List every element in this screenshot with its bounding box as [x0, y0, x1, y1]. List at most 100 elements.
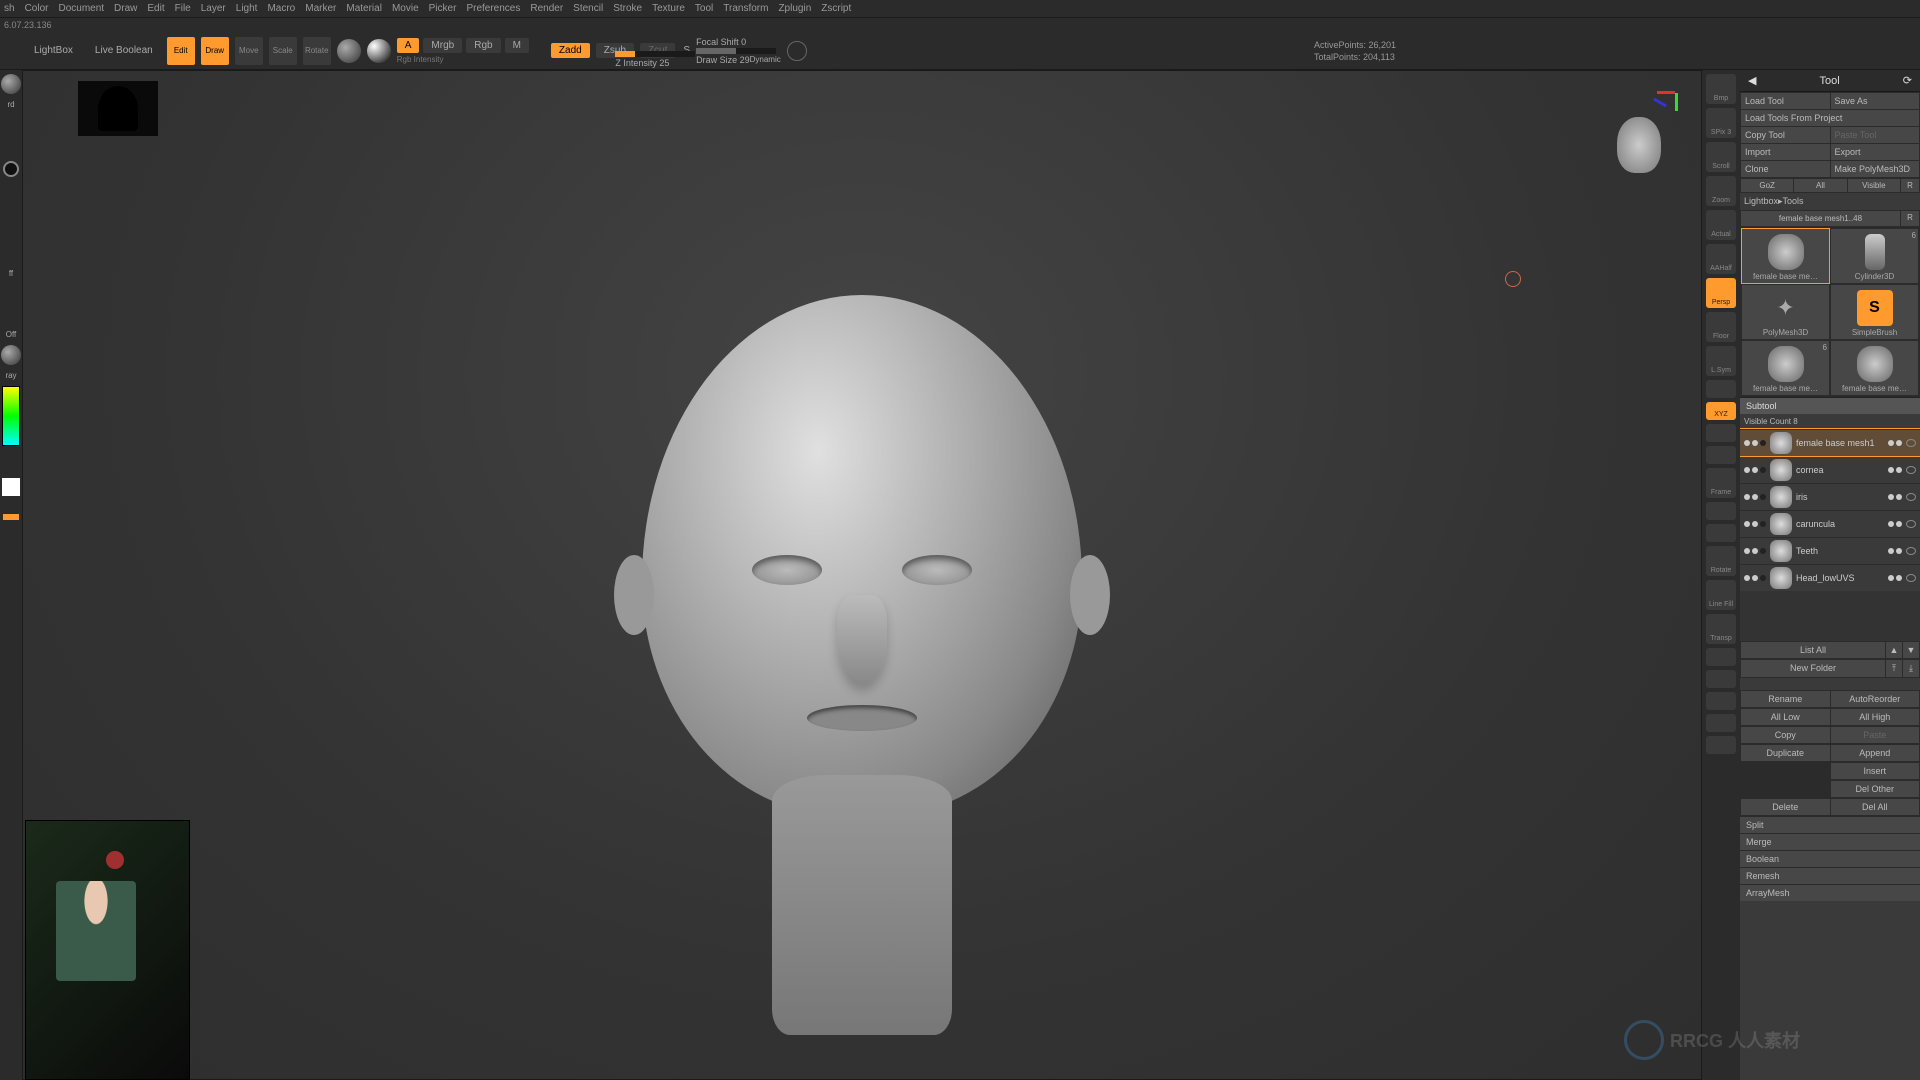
- edit-mode-button[interactable]: Edit: [167, 37, 195, 65]
- shelf-icon-12[interactable]: [1706, 446, 1736, 464]
- move-down-icon[interactable]: ⤓: [1903, 660, 1919, 677]
- shelf-rotate[interactable]: Rotate: [1706, 546, 1736, 576]
- shelf-actual[interactable]: Actual: [1706, 210, 1736, 240]
- load-from-project-button[interactable]: Load Tools From Project: [1741, 110, 1919, 126]
- clone-button[interactable]: Clone: [1741, 161, 1830, 177]
- subtool-item[interactable]: cornea: [1740, 456, 1920, 483]
- autoreorder-button[interactable]: AutoReorder: [1831, 691, 1920, 707]
- rename-button[interactable]: Rename: [1741, 691, 1830, 707]
- shelf-persp[interactable]: Persp: [1706, 278, 1736, 308]
- shelf-icon-15[interactable]: [1706, 524, 1736, 542]
- layer-thumbnail[interactable]: [78, 81, 158, 136]
- up-arrow-icon[interactable]: ▲: [1886, 642, 1902, 658]
- shelf-icon-21[interactable]: [1706, 692, 1736, 710]
- menu-item[interactable]: Texture: [652, 3, 685, 14]
- subtool-header[interactable]: Subtool: [1740, 398, 1920, 414]
- shelf-icon-14[interactable]: [1706, 502, 1736, 520]
- menu-item[interactable]: Picker: [429, 3, 457, 14]
- all-high-button[interactable]: All High: [1831, 709, 1920, 725]
- save-as-button[interactable]: Save As: [1831, 93, 1920, 109]
- boolean-row[interactable]: Boolean: [1740, 850, 1920, 867]
- down-arrow-icon[interactable]: ▼: [1903, 642, 1919, 658]
- shelf-icon-22[interactable]: [1706, 714, 1736, 732]
- copy-tool-button[interactable]: Copy Tool: [1741, 127, 1830, 143]
- export-button[interactable]: Export: [1831, 144, 1920, 160]
- new-folder-button[interactable]: New Folder: [1741, 660, 1885, 677]
- menu-item[interactable]: Transform: [723, 3, 768, 14]
- camera-head-icon[interactable]: [1617, 117, 1661, 173]
- draw-mode-button[interactable]: Draw: [201, 37, 229, 65]
- shelf-icon-23[interactable]: [1706, 736, 1736, 754]
- merge-row[interactable]: Merge: [1740, 833, 1920, 850]
- shelf-icon-9[interactable]: [1706, 380, 1736, 398]
- accent-swatch[interactable]: [3, 514, 19, 520]
- visibility-eye-icon[interactable]: [1906, 547, 1916, 555]
- viewport[interactable]: [22, 70, 1702, 1080]
- load-tool-button[interactable]: Load Tool: [1741, 93, 1830, 109]
- subtool-item[interactable]: Teeth: [1740, 537, 1920, 564]
- goz-button[interactable]: GoZ: [1741, 179, 1793, 192]
- brush-icon[interactable]: [1, 74, 21, 94]
- paste-button[interactable]: Paste: [1831, 727, 1920, 743]
- menu-item[interactable]: Zscript: [821, 3, 851, 14]
- menu-item[interactable]: Stroke: [613, 3, 642, 14]
- shelf-icon-11[interactable]: [1706, 424, 1736, 442]
- delete-button[interactable]: Delete: [1741, 799, 1830, 815]
- arraymesh-row[interactable]: ArrayMesh: [1740, 884, 1920, 901]
- axis-gizmo[interactable]: [1647, 83, 1683, 119]
- subtool-item[interactable]: female base mesh1: [1740, 429, 1920, 456]
- make-polymesh-button[interactable]: Make PolyMesh3D: [1831, 161, 1920, 177]
- remesh-row[interactable]: Remesh: [1740, 867, 1920, 884]
- menu-item[interactable]: sh: [4, 3, 15, 14]
- import-button[interactable]: Import: [1741, 144, 1830, 160]
- menu-item[interactable]: Movie: [392, 3, 419, 14]
- r-button-2[interactable]: R: [1901, 211, 1919, 226]
- append-button[interactable]: Append: [1831, 745, 1920, 761]
- tool-thumb[interactable]: female base me…: [1742, 229, 1829, 283]
- menu-item[interactable]: Layer: [201, 3, 226, 14]
- m-toggle[interactable]: M: [505, 38, 529, 53]
- visibility-eye-icon[interactable]: [1906, 493, 1916, 501]
- color-gradient-picker[interactable]: [2, 386, 20, 446]
- material-preview-icon[interactable]: [367, 39, 391, 63]
- panel-collapse-icon[interactable]: ◀: [1748, 74, 1756, 87]
- dynamic-icon[interactable]: [787, 41, 807, 61]
- all-low-button[interactable]: All Low: [1741, 709, 1830, 725]
- shelf-zoom[interactable]: Zoom: [1706, 176, 1736, 206]
- menu-item[interactable]: Material: [346, 3, 382, 14]
- shelf-transp[interactable]: Transp: [1706, 614, 1736, 644]
- shelf-xyz[interactable]: XYZ: [1706, 402, 1736, 420]
- visibility-eye-icon[interactable]: [1906, 520, 1916, 528]
- all-button[interactable]: All: [1794, 179, 1846, 192]
- reference-image[interactable]: [25, 820, 190, 1080]
- tool-thumb[interactable]: SSimpleBrush: [1831, 285, 1918, 339]
- shelf-line-fill[interactable]: Line Fill: [1706, 580, 1736, 610]
- menu-item[interactable]: Tool: [695, 3, 713, 14]
- visibility-eye-icon[interactable]: [1906, 574, 1916, 582]
- menu-item[interactable]: Edit: [147, 3, 164, 14]
- menu-item[interactable]: Macro: [267, 3, 295, 14]
- shelf-icon-20[interactable]: [1706, 670, 1736, 688]
- a-toggle[interactable]: A: [397, 38, 420, 53]
- menu-item[interactable]: Marker: [305, 3, 336, 14]
- shelf-floor[interactable]: Floor: [1706, 312, 1736, 342]
- r-button[interactable]: R: [1901, 179, 1919, 192]
- shelf-l-sym[interactable]: L.Sym: [1706, 346, 1736, 376]
- menu-item[interactable]: Draw: [114, 3, 137, 14]
- insert-button[interactable]: Insert: [1831, 763, 1920, 779]
- paste-tool-button[interactable]: Paste Tool: [1831, 127, 1920, 143]
- zadd-toggle[interactable]: Zadd: [551, 43, 590, 58]
- split-row[interactable]: Split: [1740, 816, 1920, 833]
- menu-item[interactable]: Color: [25, 3, 49, 14]
- shelf-icon-19[interactable]: [1706, 648, 1736, 666]
- shelf-frame[interactable]: Frame: [1706, 468, 1736, 498]
- shelf-bmp[interactable]: Bmp: [1706, 74, 1736, 104]
- visibility-eye-icon[interactable]: [1906, 439, 1916, 447]
- mesh-name-label[interactable]: female base mesh1..48: [1741, 211, 1900, 226]
- panel-refresh-icon[interactable]: ⟳: [1903, 74, 1912, 87]
- del-all-button[interactable]: Del All: [1831, 799, 1920, 815]
- brush-preview-icon[interactable]: [337, 39, 361, 63]
- move-mode-button[interactable]: Move: [235, 37, 263, 65]
- menu-item[interactable]: Light: [236, 3, 258, 14]
- color-swatch[interactable]: [2, 478, 20, 496]
